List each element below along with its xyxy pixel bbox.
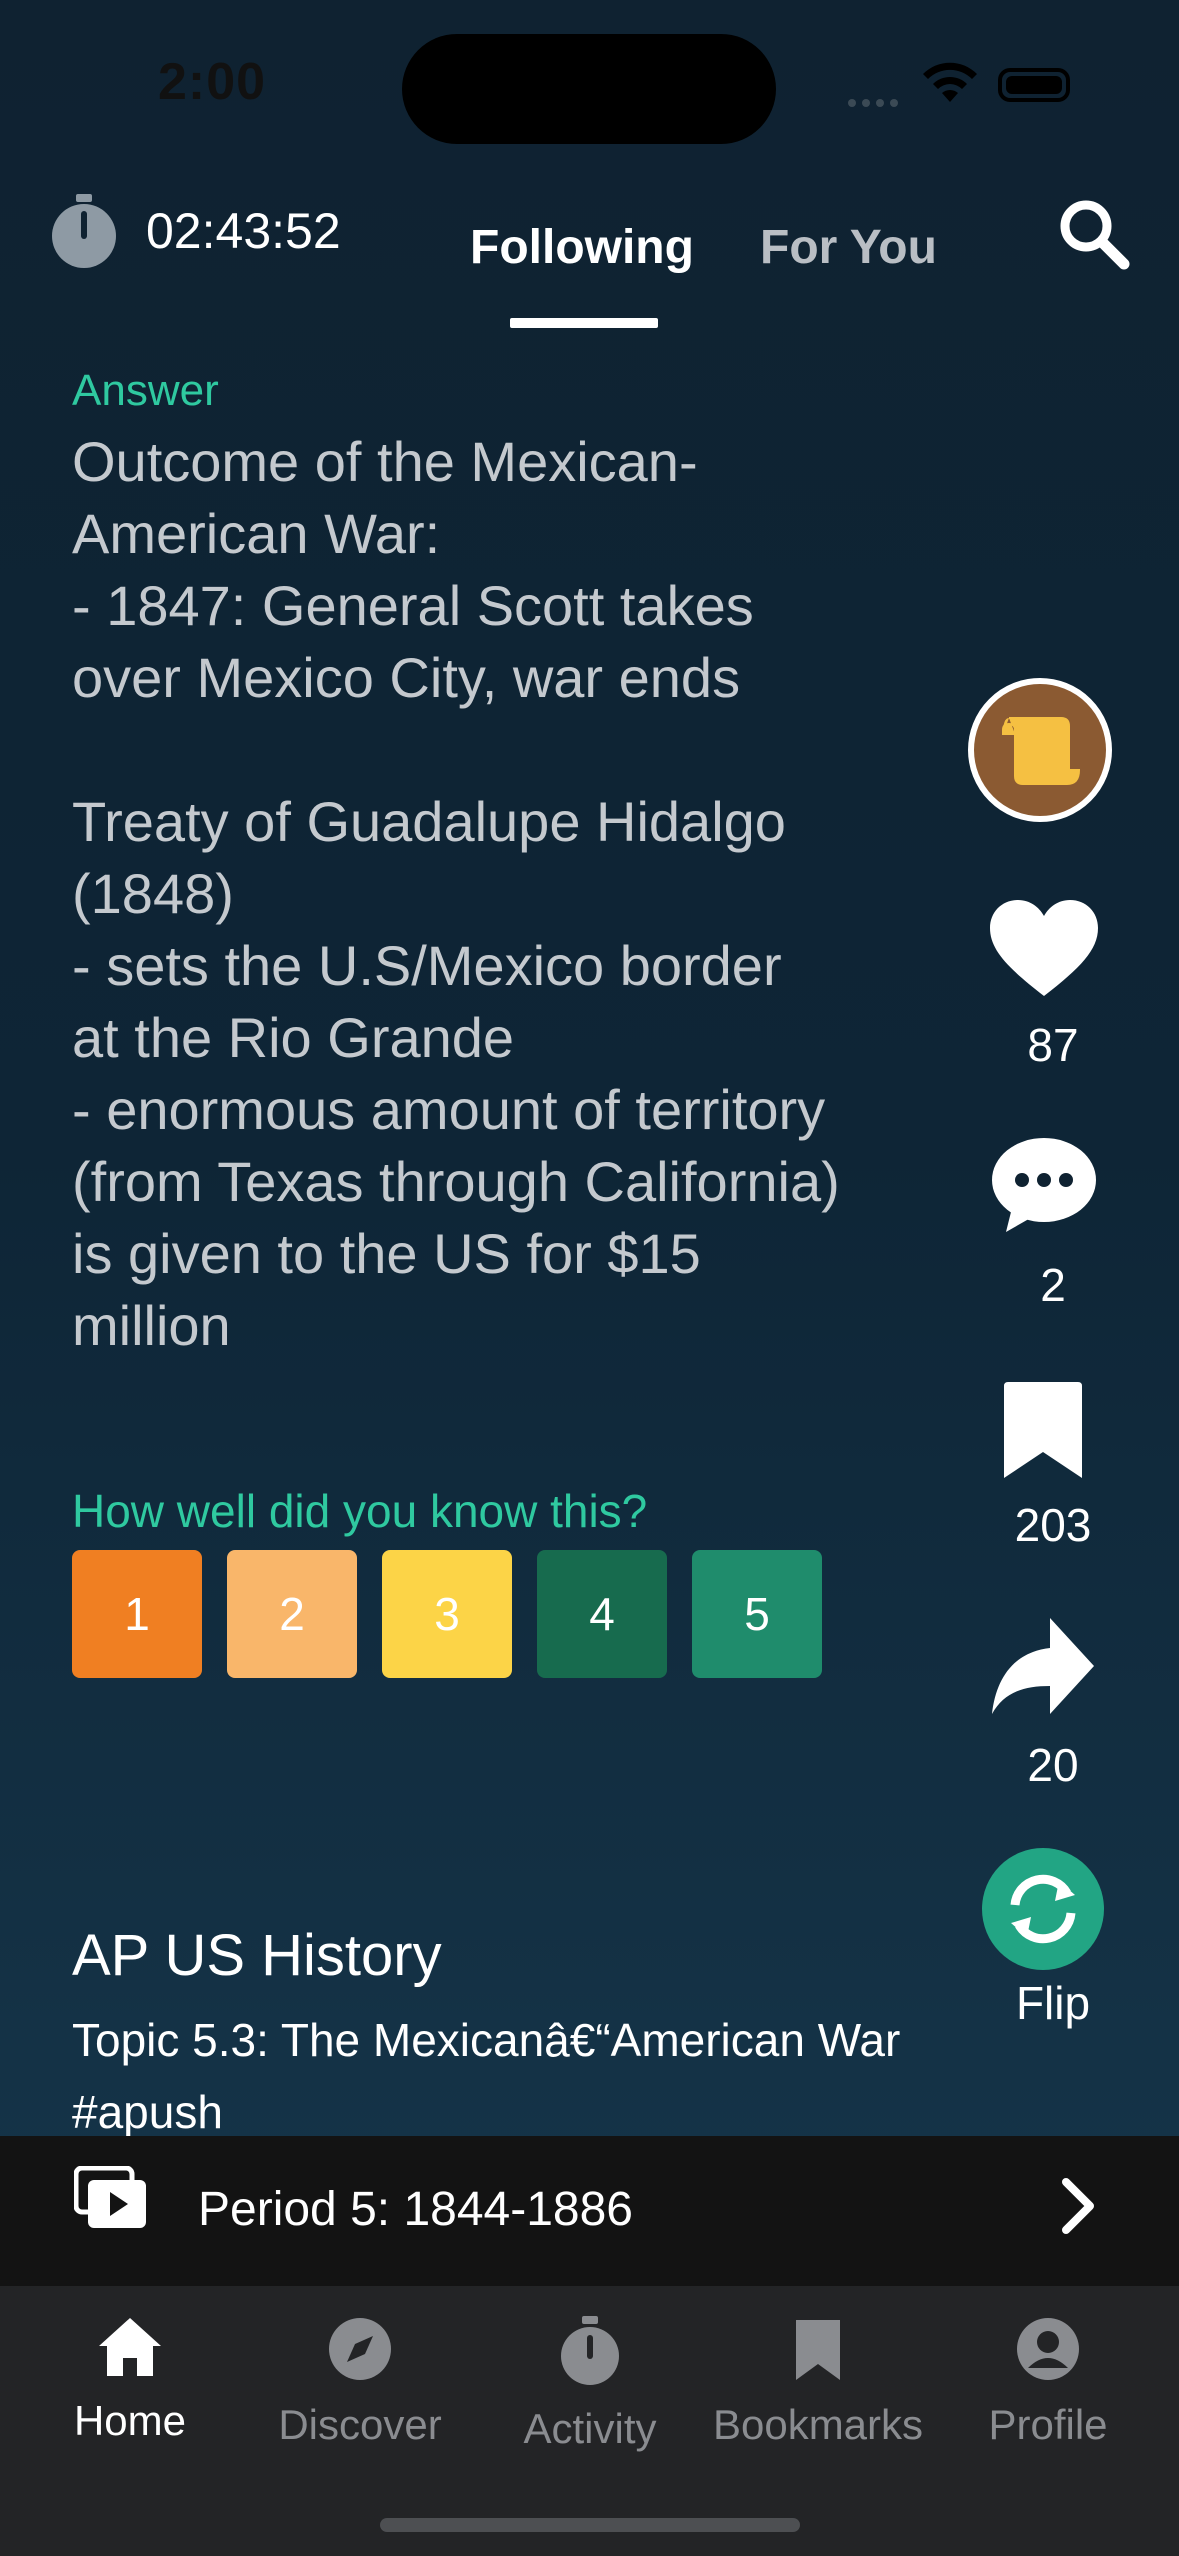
profile-icon	[1017, 2318, 1079, 2380]
playlist-title: Period 5: 1844-1886	[198, 2183, 633, 2236]
active-tab-indicator	[510, 318, 658, 328]
bookmark-icon[interactable]	[998, 1380, 1088, 1485]
rating-prompt: How well did you know this?	[72, 1485, 648, 1537]
status-time: 2:00	[158, 53, 267, 111]
tab-for-you[interactable]: For You	[760, 220, 937, 275]
scroll-icon	[1002, 717, 1081, 785]
stopwatch-icon[interactable]	[48, 192, 120, 273]
home-icon	[99, 2318, 161, 2376]
battery-icon	[998, 68, 1070, 102]
refresh-icon	[1010, 1874, 1076, 1944]
bookmark-icon	[796, 2320, 840, 2380]
answer-text: Outcome of the Mexican- American War: - …	[72, 430, 840, 1357]
wifi-icon	[920, 62, 980, 111]
tab-label: Activity	[523, 2405, 657, 2452]
search-icon[interactable]	[1056, 196, 1132, 277]
session-timer: 02:43:52	[146, 203, 341, 259]
compass-icon	[329, 2318, 391, 2380]
comment-count: 2	[1040, 1259, 1066, 1311]
stopwatch-icon	[561, 2316, 619, 2385]
chevron-right-icon[interactable]	[1058, 2176, 1098, 2241]
answer-label: Answer	[72, 366, 219, 415]
tab-home[interactable]: Home	[12, 2316, 248, 2445]
signal-icon	[848, 94, 908, 107]
creator-avatar[interactable]	[968, 678, 1112, 822]
home-indicator	[380, 2518, 800, 2532]
rating-button-3[interactable]: 3	[382, 1550, 512, 1678]
playlist-icon	[73, 2165, 150, 2237]
share-count: 20	[1027, 1739, 1079, 1791]
tab-label: Discover	[278, 2401, 442, 2448]
course-title: AP US History	[72, 1923, 442, 1988]
heart-icon[interactable]	[988, 898, 1100, 1003]
flip-button[interactable]	[982, 1848, 1104, 1970]
tab-discover[interactable]: Discover	[242, 2316, 478, 2449]
rating-button-5[interactable]: 5	[692, 1550, 822, 1678]
like-count: 87	[1027, 1019, 1079, 1071]
tab-label: Bookmarks	[712, 2401, 924, 2448]
comment-icon[interactable]	[990, 1136, 1098, 1241]
rating-button-4[interactable]: 4	[537, 1550, 667, 1678]
tab-label: Home	[73, 2397, 187, 2444]
rating-button-1[interactable]: 1	[72, 1550, 202, 1678]
rating-button-2[interactable]: 2	[227, 1550, 357, 1678]
tab-label: Profile	[988, 2401, 1108, 2448]
flip-label: Flip	[1015, 1977, 1091, 2029]
share-icon[interactable]	[990, 1616, 1096, 1725]
dynamic-island	[402, 34, 776, 144]
topic-text: Topic 5.3: The Mexicanâ€“American War #a…	[72, 2014, 901, 2138]
tab-following[interactable]: Following	[470, 220, 694, 275]
tab-activity[interactable]: Activity	[472, 2316, 708, 2453]
bookmark-count: 203	[1014, 1499, 1092, 1551]
tab-bookmarks[interactable]: Bookmarks	[700, 2316, 936, 2449]
tab-profile[interactable]: Profile	[930, 2316, 1166, 2449]
